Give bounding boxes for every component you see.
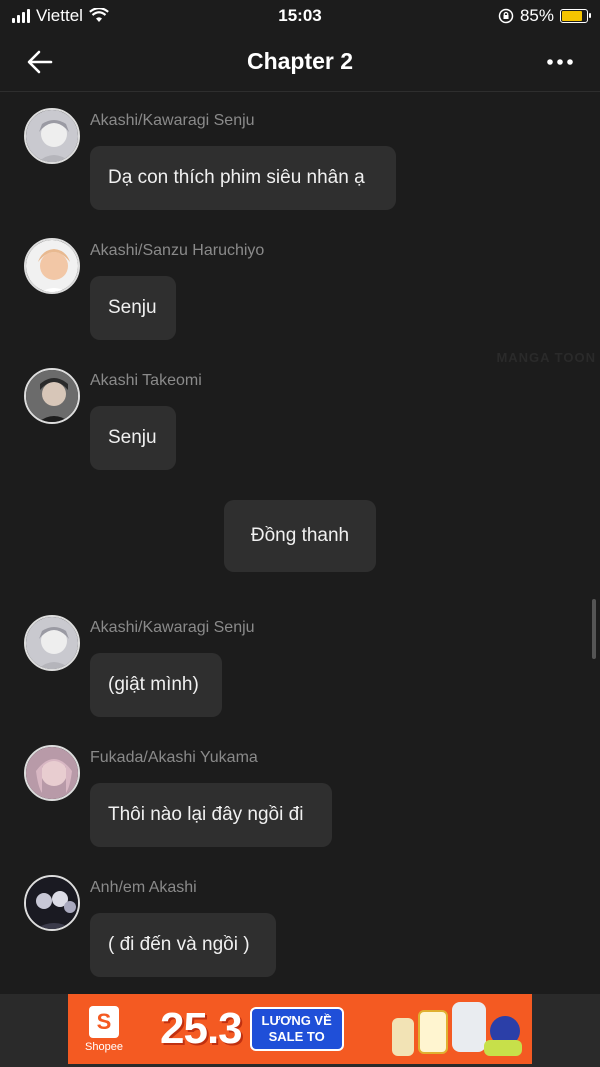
status-left: Viettel [12,6,212,26]
message-bubble: Senju [90,276,176,340]
avatar[interactable] [24,368,80,424]
avatar[interactable] [24,875,80,931]
avatar[interactable] [24,745,80,801]
app-header: Chapter 2 [0,32,600,92]
chat-thread[interactable]: MANGA TOON Akashi/Kawaragi Senju Dạ con … [0,94,600,994]
sender-name: Anh/em Akashi [90,879,197,896]
avatar[interactable] [24,615,80,671]
status-bar: Viettel 15:03 85% [0,0,600,32]
back-button[interactable] [20,42,60,82]
narration-bubble: Đồng thanh [224,500,376,572]
page-title: Chapter 2 [246,48,354,74]
sender-name: Akashi/Sanzu Haruchiyo [90,242,265,259]
ad-brand: Shopee [85,1040,123,1053]
ad-product-images [392,1000,522,1058]
battery-icon [560,9,591,23]
message-bubble: Senju [90,406,176,470]
watermark: MANGA TOON [496,350,596,365]
ad-tag-line1: LƯƠNG VỀ [261,1013,332,1028]
shopee-logo: S Shopee [68,994,140,1064]
message-bubble: Thôi nào lại đây ngồi đi [90,783,332,847]
ad-tag-line2: SALE TO [268,1029,325,1044]
ad-banner[interactable]: S Shopee 25.3 LƯƠNG VỀ SALE TO [68,994,532,1064]
avatar[interactable] [24,108,80,164]
signal-icon [12,9,30,23]
ad-headline: 25.3 [160,1004,243,1053]
message-bubble: Dạ con thích phim siêu nhân ạ [90,146,396,210]
message-bubble: (giật mình) [90,653,222,717]
more-options-button[interactable] [540,42,580,82]
orientation-lock-icon [498,8,514,24]
ad-tag: LƯƠNG VỀ SALE TO [249,1007,344,1051]
sender-name: Akashi/Kawaragi Senju [90,619,255,636]
sender-name: Fukada/Akashi Yukama [90,749,258,766]
more-horizontal-icon [547,58,573,65]
clock: 15:03 [278,6,322,25]
arrow-left-icon [27,50,53,73]
scrollbar[interactable] [592,599,596,659]
battery-fill [562,11,583,21]
shopping-bag-icon: S [89,1005,119,1038]
sender-name: Akashi/Kawaragi Senju [90,112,255,129]
wifi-icon [89,8,109,22]
ad-container: S Shopee 25.3 LƯƠNG VỀ SALE TO [0,994,600,1067]
battery-percent: 85% [519,6,554,25]
status-right: 85% [388,6,591,26]
carrier-label: Viettel [36,6,83,25]
sender-name: Akashi Takeomi [90,372,202,389]
message-bubble: ( đi đến và ngồi ) [90,913,276,977]
avatar[interactable] [24,238,80,294]
